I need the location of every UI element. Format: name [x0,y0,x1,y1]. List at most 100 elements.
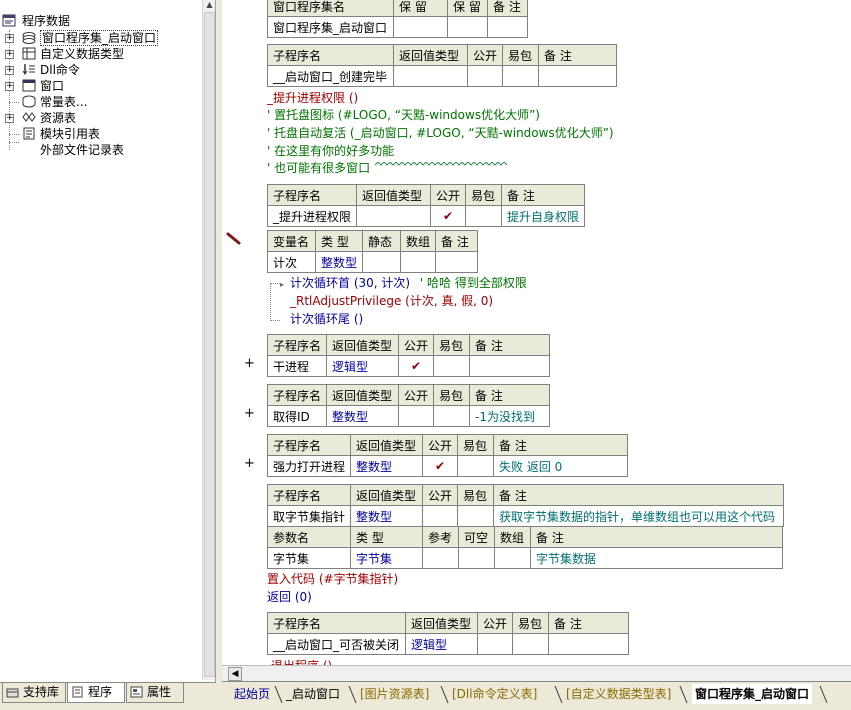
comment-line[interactable]: ' 也可能有很多窗口 [267,159,370,177]
return-type-cell[interactable]: 整数型 [350,505,424,527]
tab-image-resources[interactable]: [图片资源表] [360,684,429,704]
comment-line[interactable]: ' 托盘自动复活 (_启动窗口, #LOGO, “天黠-windows优化大师”… [267,124,614,142]
param-name-cell[interactable]: 字节集 [267,547,351,569]
loop-head-line[interactable]: 计次循环首 (30, 计次) ' 哈哈 得到全部权限 [290,274,527,292]
remark-cell[interactable]: 失败 返回 0 [493,455,629,477]
value-cell[interactable] [393,65,468,87]
tab-assembly-active[interactable]: 窗口程序集_启动窗口 [692,684,813,704]
tab-program[interactable]: 程序 [67,683,125,703]
value-cell[interactable] [469,355,551,377]
tab-properties[interactable]: 属性 [126,683,184,703]
value-cell[interactable] [435,251,479,273]
tab-start-page[interactable]: 起始页 [234,684,270,704]
tree-item-constants[interactable]: 常量表... [4,94,204,110]
tab-separator [274,685,283,704]
value-cell[interactable] [458,547,495,569]
header-cell: 返回值类型 [350,434,424,456]
expand-sub-icon[interactable]: + [244,406,255,421]
code-line[interactable]: 置入代码 (#字节集指针) [267,570,398,588]
value-cell[interactable] [466,65,504,87]
sub-table-privilege: 子程序名 返回值类型 公开 易包 备 注 _提升进程权限 ✔ 提升自身权限 [266,184,586,227]
document-tab-bar: 起始页 _启动窗口 [图片资源表] [Dll命令定义表] [自定义数据类型表] … [222,681,851,710]
tree-item-modules[interactable]: 模块引用表 [4,126,204,142]
expand-icon[interactable]: + [5,66,14,75]
scroll-up-icon[interactable]: ▲ [203,0,216,10]
expand-icon[interactable]: + [5,82,14,91]
sub-name-cell[interactable]: __启动窗口_创建完毕 [267,65,394,87]
value-cell[interactable] [422,547,459,569]
value-cell[interactable] [400,251,437,273]
code-line-cut[interactable]: 退出程序 () [271,657,332,665]
tree-root[interactable]: 程序数据 [2,13,122,29]
expand-sub-icon[interactable]: + [244,456,255,471]
value-cell[interactable] [494,547,531,569]
return-type-cell[interactable]: 逻辑型 [326,355,400,377]
var-name-cell[interactable]: 计次 [267,251,316,273]
return-type-cell[interactable]: 逻辑型 [405,633,478,655]
value-cell[interactable] [393,16,448,38]
scroll-left-icon[interactable]: ◀ [228,667,242,681]
assembly-name-cell[interactable]: 窗口程序集_启动窗口 [267,16,394,38]
value-cell[interactable] [422,505,459,527]
horizontal-scrollbar[interactable]: ◀ [222,665,851,681]
return-type-cell[interactable]: 整数型 [350,455,424,477]
value-cell[interactable] [356,205,432,227]
breakpoint-icon[interactable] [226,232,242,246]
value-cell[interactable] [457,505,495,527]
remark-cell[interactable]: -1为没找到 [469,405,551,427]
code-line[interactable]: 返回 (0) [267,588,312,606]
comment-line[interactable]: ' 在这里有你的好多功能 [267,142,394,160]
header-cell: 易包 [457,484,495,506]
tab-library[interactable]: 支持库 [2,683,66,703]
public-checkmark[interactable]: ✔ [422,455,459,477]
tree-item-datatype[interactable]: + 自定义数据类型 [4,46,204,62]
value-cell[interactable] [398,405,435,427]
remark-cell[interactable]: 获取字节集数据的指针，单维数组也可以用这个代码 [493,505,785,527]
loop-body-line[interactable]: _RtlAdjustPrivilege (计次, 真, 假, 0) [290,292,493,310]
tree-item-dll[interactable]: + Dll命令 [4,62,204,78]
value-cell[interactable] [433,405,471,427]
value-cell[interactable] [548,633,630,655]
remark-cell[interactable]: 字节集数据 [530,547,783,569]
var-type-cell[interactable]: 整数型 [314,251,364,273]
expand-sub-icon[interactable]: + [244,356,255,371]
value-cell[interactable] [457,455,495,477]
tab-separator [819,685,828,704]
value-cell[interactable] [362,251,402,273]
value-cell[interactable] [447,16,488,38]
sub-name-cell[interactable]: 干进程 [266,355,328,377]
return-type-cell[interactable]: 整数型 [326,405,400,427]
tree-item-resources[interactable]: + 资源表 [4,110,204,126]
public-checkmark[interactable]: ✔ [398,355,435,377]
loop-tail-line[interactable]: 计次循环尾 () [290,310,363,328]
tab-dll-definitions[interactable]: [Dll命令定义表] [452,684,537,704]
sub-name-cell[interactable]: 取字节集指针 [266,505,352,527]
scroll-thumb[interactable] [204,12,215,677]
sub-name-cell[interactable]: _提升进程权限 [266,205,358,227]
sub-name-cell[interactable]: 强力打开进程 [266,455,352,477]
tree-item-external-files[interactable]: 外部文件记录表 [4,142,204,158]
tree-item-assembly[interactable]: + 窗口程序集_启动窗口 [4,30,204,46]
value-cell[interactable] [465,205,503,227]
param-type-cell[interactable]: 字节集 [350,547,423,569]
value-cell[interactable] [487,16,528,38]
loop-head: 计次循环首 (30, 计次) [290,276,411,290]
value-cell[interactable] [433,355,471,377]
sub-name-cell[interactable]: __启动窗口_可否被关闭 [267,633,406,655]
public-checkmark[interactable]: ✔ [430,205,467,227]
left-scrollbar[interactable]: ▲ [202,0,215,680]
value-cell[interactable] [538,65,618,87]
sub-name-cell[interactable]: 取得ID [266,405,328,427]
tree-item-window[interactable]: + 窗口 [4,78,204,94]
expand-icon[interactable]: + [5,50,14,59]
tab-start-window[interactable]: _启动窗口 [286,684,340,704]
value-cell[interactable] [502,65,540,87]
tab-datatype-table[interactable]: [自定义数据类型表] [566,684,671,704]
expand-icon[interactable]: + [5,114,14,123]
remark-cell[interactable]: 提升自身权限 [501,205,586,227]
value-cell[interactable] [512,633,550,655]
code-line[interactable]: _提升进程权限 () [267,89,358,107]
value-cell[interactable] [476,633,514,655]
comment-line[interactable]: ' 置托盘图标 (#LOGO, “天黠-windows优化大师”) [267,106,540,124]
expand-icon[interactable]: + [5,34,14,43]
